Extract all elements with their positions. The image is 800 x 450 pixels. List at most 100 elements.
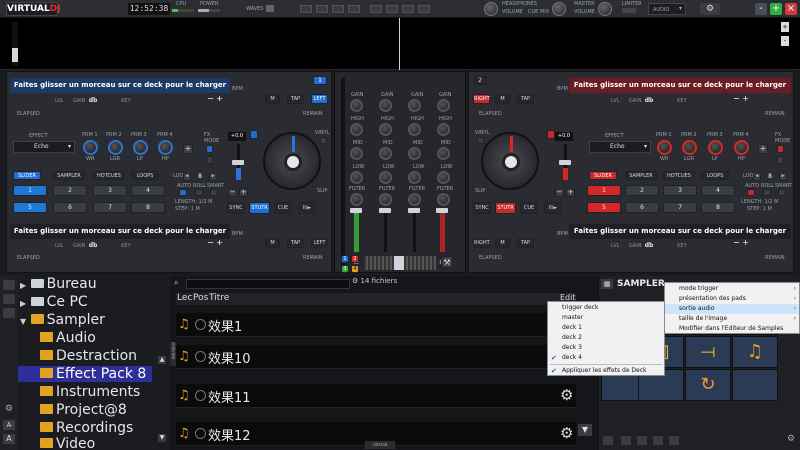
mixer-ch3-gain-knob[interactable]	[408, 99, 421, 112]
gear-icon[interactable]: ⚙	[560, 424, 573, 442]
deck-2-pad-3[interactable]: 3	[663, 185, 697, 196]
deck-2-pad-5[interactable]: 5	[587, 202, 621, 213]
menu-item-deck-4[interactable]: ✔ deck 4	[548, 353, 666, 363]
waveform-zoom-out-button[interactable]: -	[781, 36, 789, 46]
gear-icon[interactable]: ⚙	[352, 277, 358, 285]
minimize-button[interactable]: -	[755, 3, 767, 15]
folder-scroll-up-button[interactable]: ▲	[158, 356, 166, 364]
deck-2-pad-7[interactable]: 7	[663, 202, 697, 213]
deck-1-play-pause-button[interactable]: II/►	[298, 202, 316, 214]
mixer-ch2-low-knob[interactable]	[379, 171, 392, 184]
settings-gear-icon[interactable]: ⚙	[700, 3, 720, 15]
deck-2-key-lock-icon[interactable]	[547, 130, 555, 139]
folder-item-destraction[interactable]: Destraction	[40, 348, 137, 364]
chevron-right-icon[interactable]: ▸	[209, 172, 217, 181]
deck-2-pitch-slider-handle[interactable]	[559, 160, 571, 165]
deck-3-m-button[interactable]: M	[265, 238, 280, 248]
mixer-ch3-filter-knob[interactable]	[408, 193, 421, 206]
font-size-large-icon[interactable]: A	[3, 434, 15, 444]
deck-1-pad-6[interactable]: 6	[53, 202, 87, 213]
deck-1-roll-toggle[interactable]	[195, 189, 203, 196]
deck-4-pitch-minus[interactable]: −	[733, 238, 740, 247]
sampler-record-icon[interactable]	[621, 436, 631, 445]
menu-item-deck-2[interactable]: deck 2	[548, 333, 582, 343]
deck-2-roll-toggle[interactable]	[763, 189, 771, 196]
track-row[interactable]: ♫ 效果10	[176, 345, 576, 369]
mixer-ch2-mid-knob[interactable]	[379, 147, 392, 160]
cue-mix-knob[interactable]	[552, 2, 566, 16]
deck-1-pad-mode-sampler[interactable]: SAMPLER	[53, 171, 85, 180]
deck-1-pad-4[interactable]: 4	[131, 185, 165, 196]
deck-2-pad-mode-hotcues[interactable]: HOTCUES	[663, 171, 695, 180]
deck-1-title-bar[interactable]: Faites glisser un morceau sur ce deck po…	[10, 78, 230, 93]
folder-item-project-8[interactable]: Project@8	[40, 402, 127, 418]
deck-2-number-button[interactable]: 2	[473, 76, 487, 85]
col-lec-header[interactable]: Lec	[177, 293, 192, 303]
deck-2-play-pause-button[interactable]: II/►	[544, 202, 562, 214]
scroll-down-button[interactable]: ▼	[578, 424, 592, 436]
folder-scroll-down-button[interactable]: ▼	[158, 434, 166, 442]
mixer-ch2-fader-handle[interactable]	[379, 208, 391, 213]
deck-2-pad-6[interactable]: 6	[625, 202, 659, 213]
waveform-area[interactable]	[0, 18, 800, 70]
deck-1-pad-5[interactable]: 5	[13, 202, 47, 213]
deck-3-pitch-minus[interactable]: −	[207, 238, 214, 247]
search-input[interactable]	[186, 279, 350, 289]
deck-1-prm2-knob[interactable]	[108, 140, 123, 155]
deck-2-prm2-knob[interactable]	[682, 140, 697, 155]
deck-2-effect-select[interactable]: Echo ▾	[589, 141, 651, 153]
deck-1-number-button[interactable]: 1	[313, 76, 327, 85]
deck-1-fx-mode-button[interactable]	[206, 145, 213, 153]
sampler-pad-note[interactable]: ♫	[732, 336, 778, 368]
deck-1-jog-wheel[interactable]	[263, 132, 321, 190]
mixer-ch1-fader-handle[interactable]	[350, 208, 362, 213]
deck-1-pitch-minus[interactable]: −	[207, 94, 214, 103]
deck-4-pitch-plus[interactable]: +	[742, 238, 749, 247]
font-size-small-icon[interactable]: A	[3, 420, 15, 430]
deck-3-tap-button[interactable]: TAP	[287, 238, 304, 248]
mixer-ch4-fader-handle[interactable]	[436, 208, 448, 213]
sampler-bank-icon[interactable]	[669, 436, 679, 445]
menu-item-audio-output[interactable]: sortie audio ›	[665, 304, 799, 314]
deck-1-pitch-up-button[interactable]: +	[239, 188, 248, 197]
deck-1-fx-add-button[interactable]: +	[183, 144, 193, 154]
folder-item-sampler[interactable]: ▼ Sampler	[20, 312, 105, 328]
deck-2-pad-1[interactable]: 1	[587, 185, 621, 196]
chevron-left-icon[interactable]: ◂	[183, 172, 191, 181]
track-row[interactable]: ♫ 效果1	[176, 313, 576, 337]
deck-3-title-bar[interactable]: Faites glisser un morceau sur ce deck po…	[10, 224, 230, 239]
sampler-pad-trumpet[interactable]: ⟞	[685, 336, 731, 368]
folder-item-ce-pc[interactable]: ▶ Ce PC	[20, 294, 88, 310]
deck-2-pad-8[interactable]: 8	[701, 202, 735, 213]
deck-1-key-lock-icon[interactable]	[250, 130, 258, 139]
deck-2-fx-mode-button[interactable]	[777, 145, 784, 153]
sampler-pad-repeat[interactable]: ↻	[685, 369, 731, 401]
deck-1-tap-button[interactable]: TAP	[287, 94, 304, 104]
wave-view-4-button[interactable]	[348, 5, 360, 13]
deck-1-stutter-button[interactable]: STUTR	[249, 202, 270, 214]
deck-1-vinyl-toggle[interactable]	[320, 137, 327, 144]
layout-3-button[interactable]	[402, 5, 414, 13]
deck-1-pad-mode-hotcues[interactable]: HOTCUES	[93, 171, 125, 180]
gear-icon[interactable]: ⚙	[787, 434, 795, 444]
waveform-zoom-in-button[interactable]: +	[781, 22, 789, 32]
deck-2-cue-button[interactable]: CUE	[520, 202, 538, 214]
mixer-ch1-filter-knob[interactable]	[350, 193, 363, 206]
menu-item-master[interactable]: master	[548, 313, 583, 323]
deck-2-title-bar[interactable]: Faites glisser un morceau sur ce deck po…	[569, 78, 791, 93]
deck-2-stutter-button[interactable]: STUTR	[495, 202, 516, 214]
gear-icon[interactable]: ⚙	[560, 386, 573, 404]
col-pos-header[interactable]: Pos	[193, 293, 208, 303]
mixer-ch1-high-knob[interactable]	[350, 123, 363, 136]
menu-item-mode-trigger[interactable]: mode trigger ›	[665, 284, 799, 294]
folder-item-video[interactable]: Video	[40, 436, 95, 450]
deck-1-pad-7[interactable]: 7	[93, 202, 127, 213]
track-row[interactable]: ♫ 效果11 ⚙	[176, 384, 576, 408]
mixer-deck-3-badge[interactable]: 3	[341, 265, 349, 273]
browser-tool-1-icon[interactable]	[3, 280, 15, 290]
deck-2-pad-mode-sampler[interactable]: SAMPLER	[625, 171, 657, 180]
deck-2-pad-4[interactable]: 4	[701, 185, 735, 196]
crossfader-handle[interactable]	[394, 256, 404, 270]
deck-2-fx-add-button[interactable]: +	[758, 144, 768, 154]
deck-2-prm1-knob[interactable]	[657, 140, 672, 155]
